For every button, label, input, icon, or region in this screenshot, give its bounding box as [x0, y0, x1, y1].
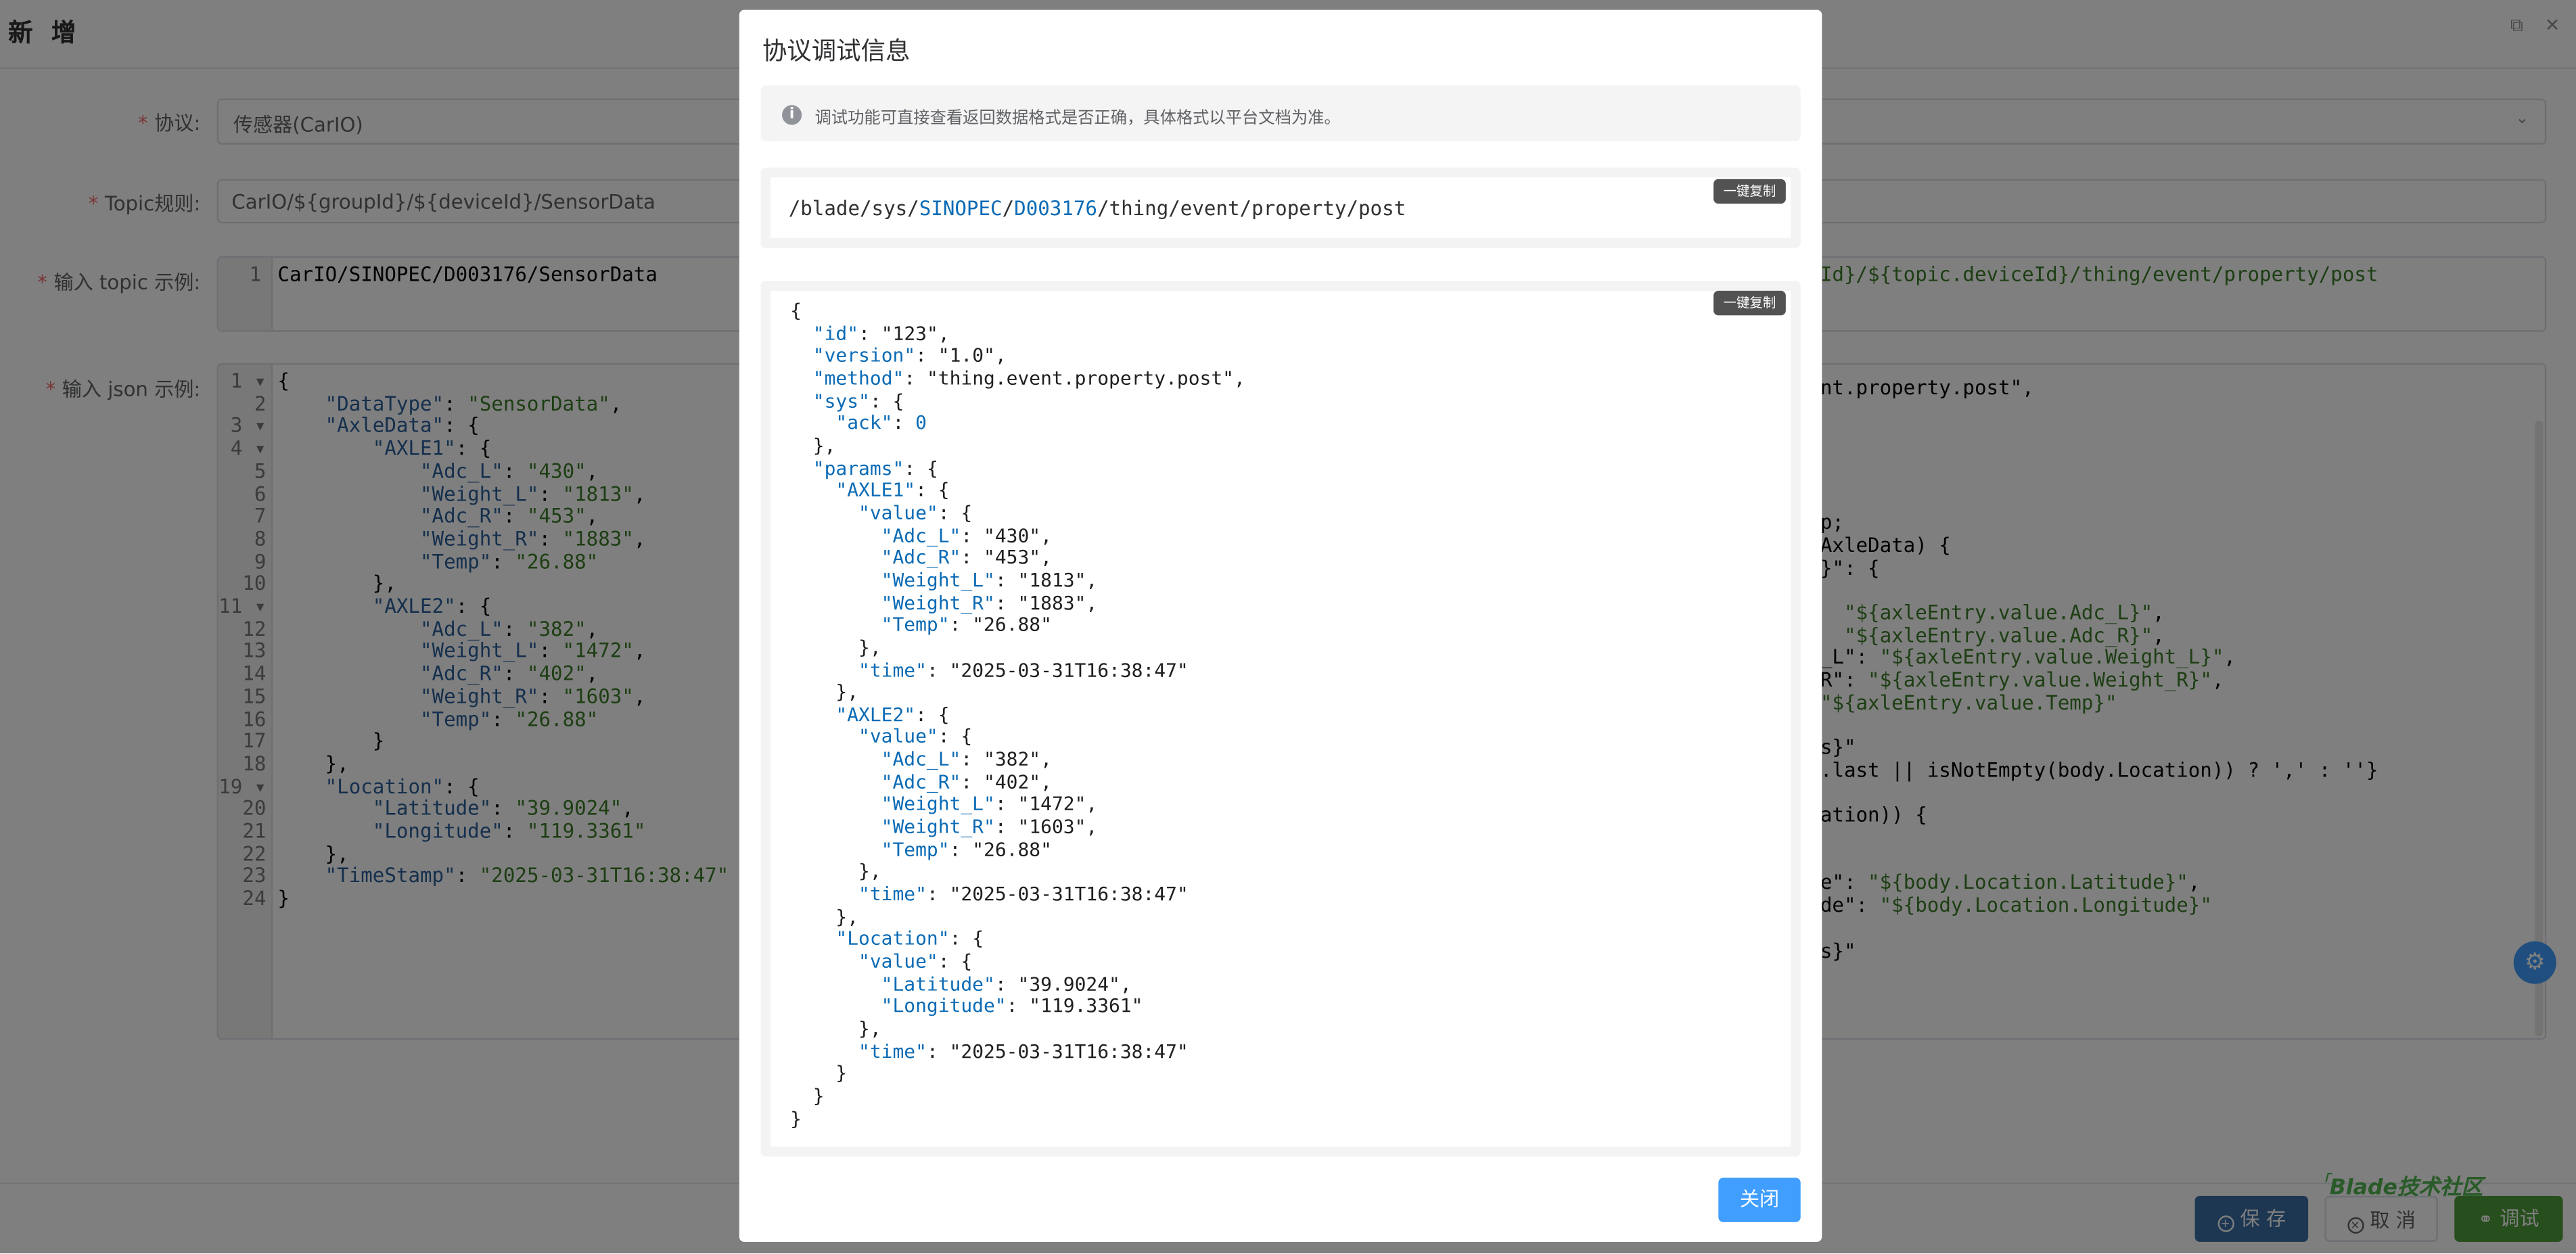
json-line: "value": {	[858, 501, 973, 524]
json-line: {	[790, 298, 802, 322]
json-line: "Adc_R": "402",	[881, 770, 1052, 793]
info-icon: i	[781, 105, 802, 125]
json-line: "Weight_L": "1472",	[881, 792, 1098, 816]
json-line: "Adc_L": "430",	[881, 523, 1052, 547]
json-result-code: { "id": "123", "version": "1.0", "method…	[790, 300, 1245, 1130]
json-line: "Weight_L": "1813",	[881, 567, 1098, 591]
topic-path-panel: /blade/sys/SINOPEC/D003176/thing/event/p…	[770, 177, 1791, 239]
topic-path-box: /blade/sys/SINOPEC/D003176/thing/event/p…	[760, 167, 1801, 248]
json-line: "time": "2025-03-31T16:38:47"	[858, 882, 1189, 906]
json-line: },	[790, 433, 836, 457]
json-line: }	[790, 1061, 848, 1085]
json-line: "value": {	[858, 949, 973, 973]
dialog-title: 协议调试信息	[762, 36, 911, 66]
info-text: 调试功能可直接查看返回数据格式是否正确，具体格式以平台文档为准。	[814, 110, 1341, 129]
json-result-box: { "id": "123", "version": "1.0", "method…	[760, 281, 1801, 1157]
json-line: "Location": {	[835, 927, 984, 950]
close-button[interactable]: 关闭	[1718, 1178, 1801, 1222]
json-line: "value": {	[858, 725, 973, 749]
json-line: "Temp": "26.88"	[881, 837, 1052, 860]
json-line: "ack": 0	[835, 411, 927, 434]
json-line: },	[790, 904, 859, 928]
json-line: }	[790, 1106, 802, 1130]
copy-json-button[interactable]: 一键复制	[1713, 290, 1786, 316]
json-line: "method": "thing.event.property.post",	[812, 366, 1245, 390]
json-line: "Latitude": "39.9024",	[881, 971, 1132, 995]
copy-path-button[interactable]: 一键复制	[1713, 179, 1786, 204]
json-result-panel: { "id": "123", "version": "1.0", "method…	[770, 290, 1791, 1147]
json-line: "id": "123",	[812, 321, 950, 345]
json-line: "Temp": "26.88"	[881, 613, 1052, 636]
json-line: "version": "1.0",	[812, 344, 1007, 367]
json-line: "Weight_R": "1883",	[881, 590, 1098, 614]
json-line: },	[790, 680, 859, 703]
json-line: },	[790, 860, 881, 883]
topic-path: /blade/sys/SINOPEC/D003176/thing/event/p…	[788, 197, 1406, 220]
json-line: "time": "2025-03-31T16:38:47"	[858, 1039, 1189, 1063]
json-line: },	[790, 1017, 881, 1040]
json-line: },	[790, 635, 881, 659]
json-line: "sys": {	[812, 388, 904, 412]
json-line: "time": "2025-03-31T16:38:47"	[858, 657, 1189, 681]
info-alert: i 调试功能可直接查看返回数据格式是否正确，具体格式以平台文档为准。	[760, 85, 1801, 141]
debug-info-dialog: 协议调试信息 i 调试功能可直接查看返回数据格式是否正确，具体格式以平台文档为准…	[739, 9, 1822, 1242]
json-line: }	[790, 1084, 825, 1107]
json-line: "AXLE2": {	[835, 702, 950, 726]
json-line: "params": {	[812, 456, 938, 480]
json-line: "Adc_L": "382",	[881, 747, 1052, 771]
json-line: "AXLE1": {	[835, 478, 950, 502]
json-line: "Longitude": "119.3361"	[881, 994, 1143, 1018]
json-line: "Weight_R": "1603",	[881, 814, 1098, 838]
json-line: "Adc_R": "453",	[881, 545, 1052, 569]
